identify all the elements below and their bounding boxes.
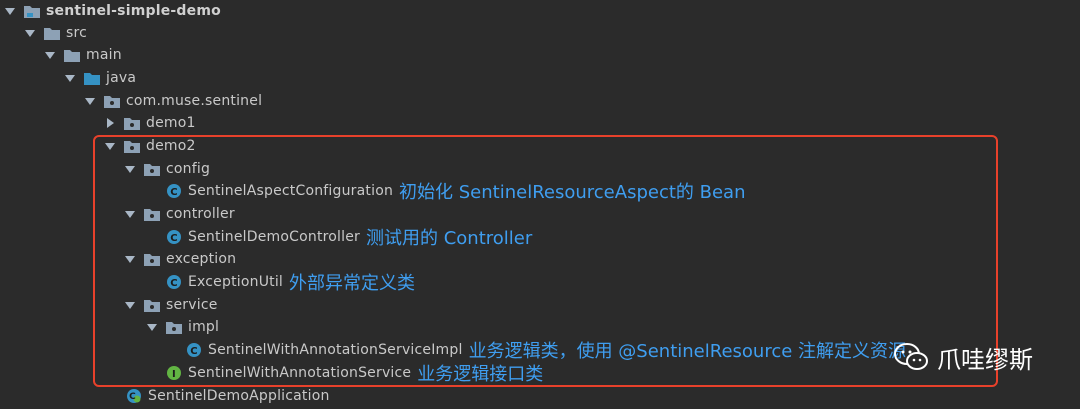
folder-icon — [44, 26, 60, 40]
package-icon — [104, 94, 120, 108]
watermark: 爪哇缪斯 — [893, 336, 1033, 378]
tree-node-main[interactable]: main — [44, 44, 122, 66]
chevron-down-icon[interactable] — [64, 72, 76, 84]
folder-label: src — [66, 25, 88, 41]
watermark-text: 爪哇缪斯 — [937, 345, 1033, 374]
chevron-down-icon[interactable] — [24, 27, 36, 39]
package-label: demo1 — [146, 115, 196, 131]
package-label: com.muse.sentinel — [126, 93, 263, 109]
folder-label: main — [86, 47, 122, 63]
tree-node-demo1[interactable]: demo1 — [104, 112, 196, 134]
tree-node-project[interactable]: sentinel-simple-demo — [4, 0, 221, 22]
chevron-down-icon[interactable] — [84, 95, 96, 107]
package-icon — [124, 116, 140, 130]
chevron-down-icon[interactable] — [44, 49, 56, 61]
module-folder-icon — [24, 4, 40, 18]
wechat-icon — [893, 342, 929, 372]
spring-app-class-icon: C — [126, 388, 142, 404]
class-label: SentinelDemoApplication — [148, 388, 330, 404]
tree-node-app-class[interactable]: C SentinelDemoApplication — [126, 385, 330, 407]
svg-text:C: C — [129, 392, 136, 402]
folder-label: java — [106, 70, 137, 86]
project-name: sentinel-simple-demo — [46, 3, 221, 19]
chevron-down-icon[interactable] — [4, 5, 16, 17]
folder-icon — [64, 48, 80, 62]
tree-node-java[interactable]: java — [64, 67, 136, 89]
tree-node-package[interactable]: com.muse.sentinel — [84, 90, 262, 112]
tree-node-src[interactable]: src — [24, 22, 87, 44]
highlight-box — [93, 135, 998, 387]
chevron-right-icon[interactable] — [104, 117, 116, 129]
source-folder-icon — [84, 71, 100, 85]
